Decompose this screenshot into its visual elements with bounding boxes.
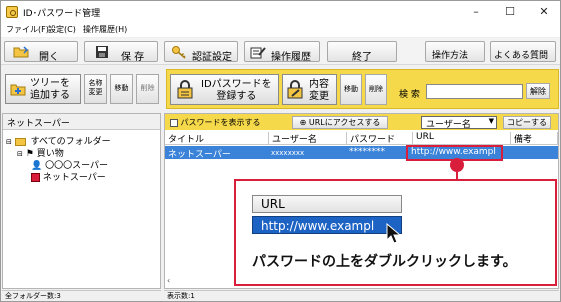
save-button[interactable]: 保 存: [84, 41, 158, 63]
howto-button[interactable]: 操作方法: [425, 41, 485, 62]
search-input[interactable]: [426, 84, 523, 99]
menu-file[interactable]: ファイル(F): [6, 24, 49, 35]
faq-label: よくある質問: [494, 51, 549, 61]
instruction-callout: URL http://www.exampl パスワードの上をダブルクリックします…: [234, 179, 557, 286]
history-label: 操作履歴: [271, 52, 311, 63]
tree-item-net-super[interactable]: ネットスーパー: [31, 170, 106, 183]
pen-document-icon: [250, 45, 266, 62]
collapse-icon: ⊟: [17, 150, 23, 158]
tree-label-net-super: ネットスーパー: [42, 173, 106, 183]
checked-item-icon: [31, 173, 40, 182]
chevron-down-icon: ▼: [488, 117, 494, 125]
exit-button[interactable]: 終了: [327, 41, 397, 63]
padlock-edit-icon: [286, 80, 304, 104]
howto-label: 操作方法: [432, 51, 469, 61]
edit-button[interactable]: 内容 変更: [282, 74, 337, 105]
callout-pointer-line: [456, 161, 458, 179]
column-header-password[interactable]: パスワード: [347, 132, 413, 145]
status-left: 全フォルダー数:3: [2, 290, 161, 301]
add-tree-label: ツリーを 追加する: [30, 78, 70, 101]
rename-button[interactable]: 名称 変更: [84, 74, 107, 104]
open-label: 開く: [39, 52, 59, 63]
history-button[interactable]: 操作履歴: [244, 41, 320, 63]
key-icon: [171, 45, 187, 62]
cursor-icon: [386, 222, 402, 248]
add-folder-icon: [10, 82, 26, 100]
callout-url-label: URL: [252, 195, 402, 213]
delete-tree-button[interactable]: 削除: [136, 74, 159, 104]
folder-icon: [14, 137, 26, 146]
padlock-icon: [176, 80, 194, 104]
window-title: ID･パスワード管理: [23, 9, 101, 19]
url-access-button[interactable]: ⊕ URLにアクセスする: [292, 116, 388, 129]
menu-bar: ファイル(F) 設定(C) 操作履歴(H): [1, 23, 560, 37]
floppy-disk-icon: [95, 45, 109, 62]
collapse-icon: ⊟: [6, 138, 12, 146]
save-label: 保 存: [121, 52, 145, 63]
column-header-url[interactable]: URL: [413, 132, 511, 145]
search-label: 検 索: [399, 90, 420, 100]
main-toolbar: 開く 保 存 認証設定 操作履歴 終了 操作方法 よくある質問: [1, 38, 560, 65]
minimize-button[interactable]: –: [459, 1, 493, 23]
cell-title: ネットスーパー: [168, 150, 231, 160]
sort-select[interactable]: ユーザー名 ▼: [421, 116, 497, 130]
delete-entry-button[interactable]: 削除: [365, 74, 387, 105]
faq-button[interactable]: よくある質問: [490, 41, 556, 62]
url-access-label: URLにアクセスする: [308, 118, 381, 127]
callout-url-value: http://www.exampl: [252, 216, 402, 234]
open-folder-icon: [13, 46, 29, 61]
status-right: 表示数:1: [164, 290, 559, 301]
column-header-note[interactable]: 備考: [511, 132, 558, 145]
move-tree-button[interactable]: 移動: [110, 74, 133, 104]
globe-icon: ⊕: [299, 118, 307, 127]
copy-button[interactable]: コピーする: [503, 116, 551, 129]
move-entry-button[interactable]: 移動: [340, 74, 362, 105]
show-password-label: パスワードを表示する: [180, 118, 261, 127]
scroll-left-arrow[interactable]: ‹: [167, 276, 170, 285]
menu-history[interactable]: 操作履歴(H): [83, 24, 127, 35]
close-button[interactable]: ✕: [527, 1, 561, 23]
cancel-search-button[interactable]: 解除: [526, 83, 550, 99]
checkbox-icon: [170, 118, 178, 127]
auth-settings-label: 認証設定: [192, 52, 232, 63]
title-bar: ID･パスワード管理 – ☐ ✕: [1, 1, 560, 23]
app-window: ID･パスワード管理 – ☐ ✕ ファイル(F) 設定(C) 操作履歴(H) 開…: [0, 0, 561, 302]
menu-settings[interactable]: 設定(C): [48, 24, 76, 35]
sort-select-value: ユーザー名: [426, 120, 471, 130]
add-tree-button[interactable]: ツリーを 追加する: [5, 74, 81, 104]
cell-user: xxxxxxxx: [271, 149, 305, 157]
lock-icon: [6, 6, 18, 18]
edit-label: 内容 変更: [309, 79, 329, 102]
register-button[interactable]: IDパスワードを 登録する: [170, 74, 279, 105]
column-header-user[interactable]: ユーザー名: [269, 132, 347, 145]
auth-settings-button[interactable]: 認証設定: [164, 41, 238, 63]
cell-password: ********: [349, 147, 385, 157]
column-header-title[interactable]: タイトル: [165, 132, 269, 145]
current-folder-header: ネットスーパー: [3, 114, 160, 130]
open-button[interactable]: 開く: [4, 41, 78, 63]
maximize-button[interactable]: ☐: [493, 1, 527, 23]
callout-instruction: パスワードの上をダブルクリックします。: [252, 254, 517, 270]
exit-label: 終了: [352, 52, 372, 63]
show-password-checkbox[interactable]: パスワードを表示する: [170, 117, 261, 128]
register-label: IDパスワードを 登録する: [201, 79, 272, 102]
folder-panel: ネットスーパー ⊟ すべてのフォルダー ⊟ ⚑ 買い物 👤 〇〇〇スーパー ネッ…: [2, 113, 161, 289]
